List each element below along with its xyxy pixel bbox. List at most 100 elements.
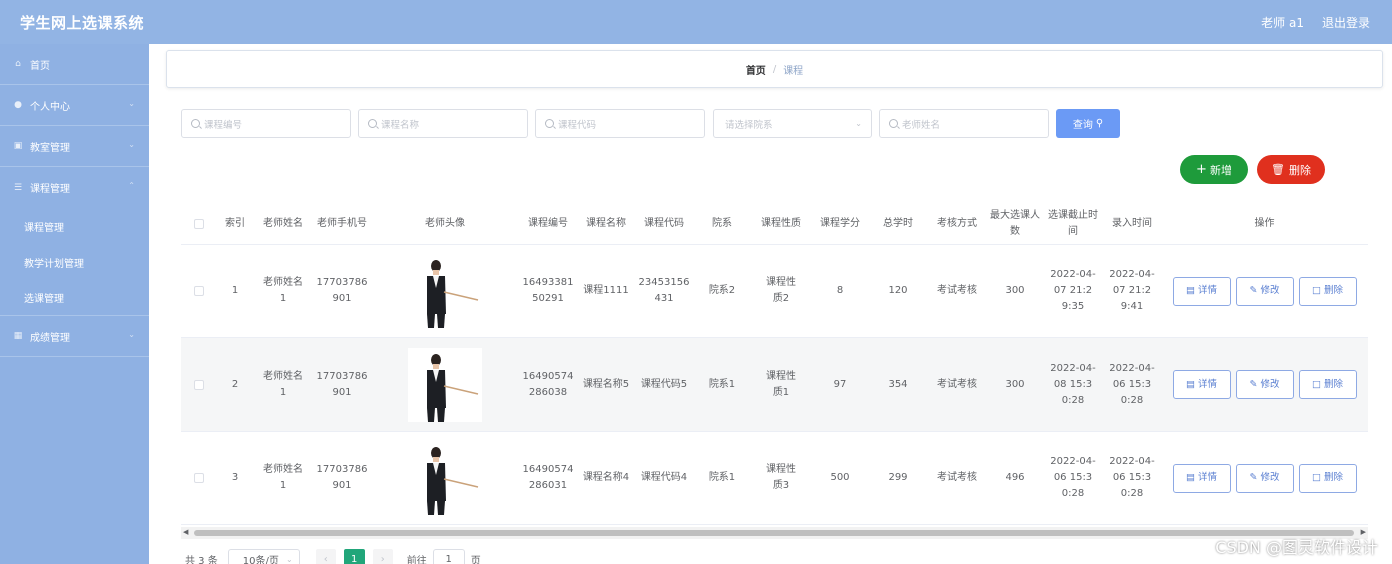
list-icon: ☰	[13, 182, 23, 193]
horizontal-scrollbar[interactable]: ◀ ▶	[181, 527, 1368, 539]
row-checkbox[interactable]	[194, 379, 204, 390]
col-index: 索引	[225, 218, 245, 229]
pagination-total: 共 3 条	[185, 555, 218, 564]
sidebar-item-home[interactable]: ⌂ 首页	[0, 44, 149, 85]
cell-exam-method: 考试考核	[937, 285, 977, 296]
document-icon: ▤	[1186, 472, 1195, 483]
detail-button[interactable]: ▤ 详情	[1172, 370, 1231, 399]
cell-department: 院系2	[708, 285, 736, 296]
col-deadline: 选课截止时间	[1048, 210, 1098, 237]
pagination: 共 3 条 10条/页 ⌄ ‹ 1 › 前往 1 页	[185, 549, 481, 564]
cell-course-no: 16490574286038	[522, 370, 574, 398]
sidebar-item-grades[interactable]: ▦ 成绩管理 ⌄	[0, 316, 149, 357]
row-delete-button[interactable]: □ 删除	[1298, 276, 1357, 306]
cell-teacher-name: 老师姓名1	[263, 370, 303, 398]
delete-button[interactable]: 🗑 删除	[1257, 155, 1325, 184]
cell-max-students: 496	[1005, 472, 1025, 483]
prev-page-button[interactable]: ‹	[315, 549, 336, 564]
cell-entry-time: 2022-04-07 21:29:41	[1109, 269, 1155, 312]
detail-button[interactable]: ▤ 详情	[1172, 276, 1231, 306]
chevron-down-icon: ⌄	[128, 140, 135, 149]
cell-course-nature: 课程性质1	[766, 370, 796, 398]
col-teacher-phone: 老师手机号	[317, 218, 367, 229]
select-all-checkbox[interactable]	[194, 219, 204, 229]
scrollbar-thumb[interactable]	[194, 530, 1354, 536]
sidebar-item-label: 个人中心	[30, 101, 70, 113]
page-number-active[interactable]: 1	[343, 549, 365, 564]
sidebar-subitem-course-manage[interactable]: 课程管理	[0, 208, 149, 244]
current-user[interactable]: 老师 a1	[1261, 14, 1304, 31]
cell-course-name: 课程1111	[583, 285, 629, 296]
sidebar-item-label: 教室管理	[30, 142, 70, 154]
row-checkbox[interactable]	[194, 473, 204, 483]
cell-max-students: 300	[1005, 285, 1025, 296]
chevron-down-icon: ⌄	[286, 554, 293, 564]
add-button[interactable]: + 新增	[1180, 155, 1248, 184]
cell-entry-time: 2022-04-06 15:30:28	[1109, 456, 1155, 499]
chevron-down-icon: ⌄	[128, 330, 135, 339]
teacher-name-input[interactable]: 老师姓名	[879, 109, 1049, 138]
teacher-avatar-image	[408, 347, 482, 422]
col-ops: 操作	[1254, 218, 1275, 229]
department-select[interactable]: 请选择院系 ⌄	[713, 109, 872, 138]
scroll-left-icon[interactable]: ◀	[183, 528, 188, 536]
sidebar-item-classroom[interactable]: ▣ 教室管理 ⌄	[0, 126, 149, 167]
col-course-no: 课程编号	[528, 218, 568, 229]
cell-deadline: 2022-04-07 21:29:35	[1050, 269, 1096, 312]
search-icon	[545, 119, 554, 128]
cell-teacher-phone: 17703786901	[316, 464, 368, 491]
cell-max-students: 300	[1005, 378, 1025, 390]
table-row: 3 老师姓名1 17703786901 16490574286031 课程名称4…	[181, 432, 1368, 525]
page-jump: 前往 1 页	[407, 549, 481, 564]
detail-button[interactable]: ▤ 详情	[1172, 463, 1231, 493]
sidebar-item-label: 首页	[30, 60, 50, 72]
sidebar-subitem-teaching-plan[interactable]: 教学计划管理	[0, 244, 149, 280]
cell-teacher-phone: 17703786901	[316, 277, 368, 304]
logout-link[interactable]: 退出登录	[1322, 14, 1370, 31]
top-bar: 学生网上选课系统 老师 a1 退出登录	[0, 0, 1392, 44]
edit-button[interactable]: ✎ 修改	[1235, 276, 1294, 306]
main-content: 首页 / 课程 课程编号 课程名称 课程代码 请选择院系 ⌄ 老师姓名 查询 ⚲	[149, 44, 1392, 564]
cell-teacher-name: 老师姓名1	[263, 277, 303, 304]
sidebar-subitem-selection[interactable]: 选课管理	[0, 280, 149, 316]
cell-course-nature: 课程性质3	[766, 464, 796, 491]
query-button[interactable]: 查询 ⚲	[1056, 109, 1120, 138]
course-code-input[interactable]: 课程代码	[535, 109, 705, 138]
chevron-down-icon: ⌄	[855, 119, 862, 128]
cell-exam-method: 考试考核	[937, 378, 977, 390]
cell-course-no: 16490574286031	[522, 464, 574, 491]
row-delete-button[interactable]: □ 删除	[1298, 463, 1357, 493]
search-icon	[889, 119, 898, 128]
table-row: 1 老师姓名1 17703786901 1649338150291 课程1111…	[181, 245, 1368, 338]
cell-deadline: 2022-04-06 15:30:28	[1050, 456, 1096, 499]
breadcrumb-home[interactable]: 首页	[746, 62, 766, 77]
col-credits: 课程学分	[820, 218, 860, 229]
trash-icon: □	[1312, 472, 1321, 483]
page-jump-input[interactable]: 1	[432, 549, 465, 564]
edit-button[interactable]: ✎ 修改	[1235, 463, 1294, 493]
row-checkbox[interactable]	[194, 286, 204, 296]
cell-total-hours: 354	[888, 378, 908, 390]
edit-icon: ✎	[1249, 472, 1258, 483]
sidebar-item-course[interactable]: ☰ 课程管理 ⌃	[0, 167, 149, 208]
page-size-select[interactable]: 10条/页 ⌄	[227, 549, 300, 564]
edit-button[interactable]: ✎ 修改	[1235, 370, 1294, 399]
sidebar-item-profile[interactable]: ● 个人中心 ⌄	[0, 85, 149, 126]
cell-credits: 500	[830, 472, 850, 483]
app-title: 学生网上选课系统	[20, 13, 145, 32]
course-no-input[interactable]: 课程编号	[181, 109, 351, 138]
col-teacher-name: 老师姓名	[263, 218, 303, 229]
plus-icon: +	[1196, 162, 1207, 177]
course-name-input[interactable]: 课程名称	[358, 109, 528, 138]
col-teacher-avatar: 老师头像	[425, 218, 465, 229]
col-department: 院系	[712, 218, 732, 229]
breadcrumb-current: 课程	[783, 65, 804, 77]
next-page-button[interactable]: ›	[372, 549, 393, 564]
cell-credits: 97	[833, 378, 847, 390]
row-delete-button[interactable]: □ 删除	[1298, 370, 1357, 399]
cell-course-name: 课程名称4	[582, 472, 630, 483]
teacher-avatar-image	[408, 254, 482, 328]
sidebar-item-label: 课程管理	[30, 184, 70, 195]
cell-credits: 8	[836, 285, 844, 296]
cell-department: 院系1	[708, 472, 736, 483]
